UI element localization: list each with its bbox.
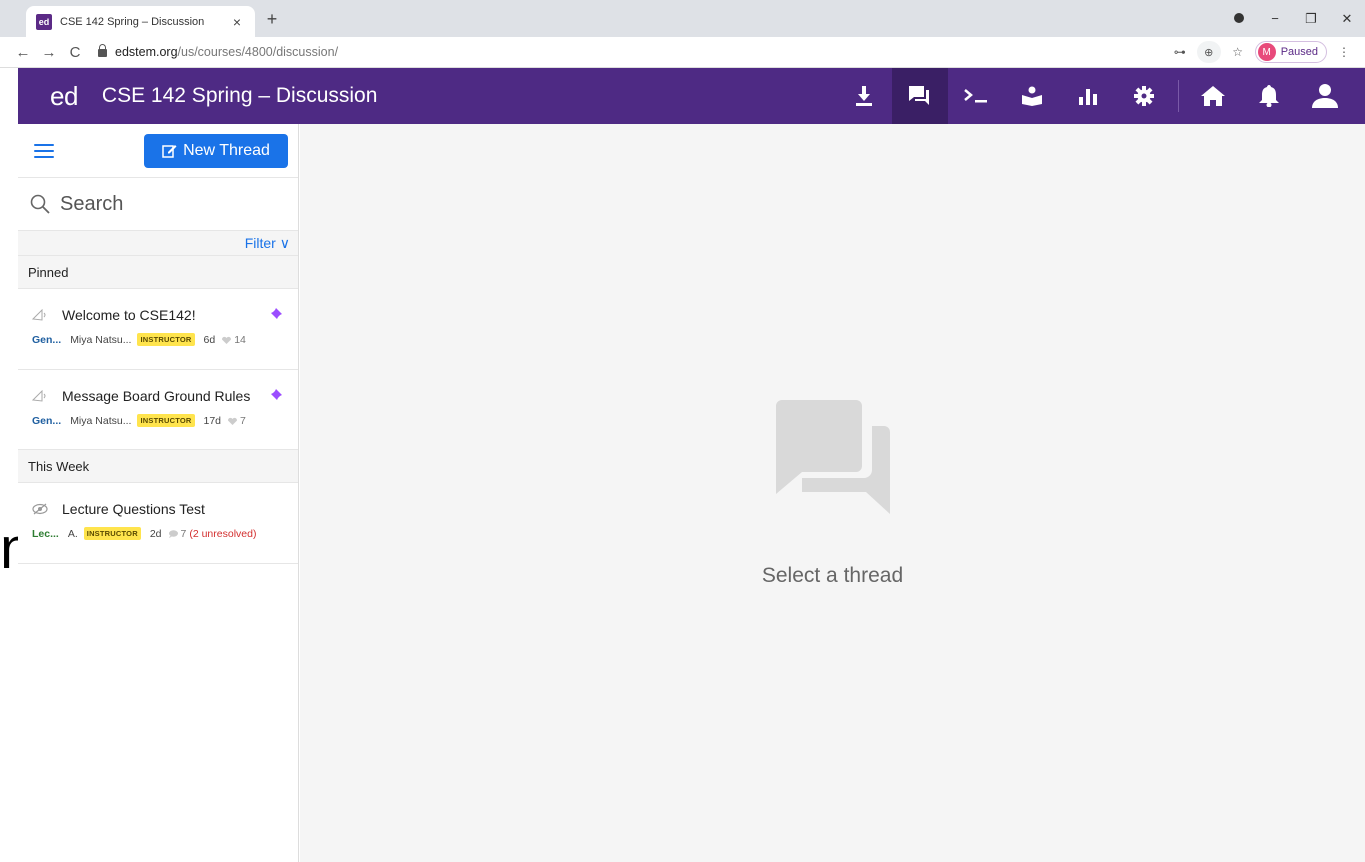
thread-category: Gen...	[32, 414, 62, 427]
analytics-icon[interactable]	[1060, 68, 1116, 124]
edit-icon	[162, 145, 177, 158]
section-header-pinned: Pinned	[18, 256, 298, 289]
favicon-icon: ed	[36, 13, 52, 30]
lessons-icon[interactable]	[1004, 68, 1060, 124]
url-path: /us/courses/4800/discussion/	[177, 45, 339, 59]
thread-item[interactable]: Welcome to CSE142! Gen... Miya Natsu... …	[18, 289, 298, 370]
instructor-badge: INSTRUCTOR	[137, 414, 195, 427]
key-icon[interactable]: ⊶	[1169, 45, 1191, 59]
profile-button[interactable]: M Paused	[1254, 41, 1327, 63]
more-menu-icon[interactable]: ⋮	[1333, 45, 1355, 59]
filter-row: Filter ∨	[18, 231, 298, 256]
page-title: CSE 142 Spring – Discussion	[101, 84, 378, 107]
reload-icon[interactable]: C	[62, 44, 88, 61]
pin-icon	[270, 388, 282, 406]
instructor-badge: INSTRUCTOR	[137, 333, 195, 346]
thread-time: 2d	[149, 527, 162, 540]
new-thread-label: New Thread	[183, 141, 270, 159]
thread-author: Miya Natsu...	[70, 414, 132, 427]
minimize-icon[interactable]: −	[1257, 11, 1293, 26]
section-header-this-week: This Week	[18, 450, 298, 483]
search-icon	[30, 194, 50, 214]
thread-category: Lec...	[32, 527, 59, 540]
back-icon[interactable]: ←	[10, 44, 36, 61]
browser-toolbar: ← → C edstem.org/us/courses/4800/discuss…	[0, 37, 1365, 68]
instructor-badge: INSTRUCTOR	[83, 527, 141, 540]
search-bar	[18, 178, 298, 231]
thread-view-empty: Select a thread	[300, 124, 1365, 862]
thread-title: Message Board Ground Rules	[62, 388, 251, 404]
thread-sidebar: New Thread Filter ∨ Pinned Welcome to CS…	[18, 124, 299, 862]
extension-icon[interactable]	[1221, 11, 1257, 26]
profile-avatar: M	[1257, 43, 1276, 61]
zoom-icon[interactable]: ⊕	[1196, 41, 1221, 63]
thread-author: Miya Natsu...	[70, 333, 132, 346]
like-count: 14	[234, 333, 246, 346]
thread-category: Gen...	[32, 333, 62, 346]
download-icon[interactable]	[836, 68, 892, 124]
pin-icon	[270, 307, 282, 325]
comment-count: 7	[180, 527, 187, 540]
chevron-down-icon: ∨	[279, 234, 290, 251]
heart-icon	[228, 417, 238, 425]
address-bar[interactable]: edstem.org/us/courses/4800/discussion/	[98, 44, 1169, 59]
header-nav	[836, 68, 1353, 124]
browser-tab-strip: ed CSE 142 Spring – Discussion × + − ❐ ✕	[0, 0, 1365, 37]
window-controls: − ❐ ✕	[1221, 0, 1365, 37]
thread-item[interactable]: Lecture Questions Test Lec... A. INSTRUC…	[18, 483, 298, 564]
user-profile-icon[interactable]	[1297, 68, 1353, 124]
home-icon[interactable]	[1185, 68, 1241, 124]
filter-dropdown[interactable]: Filter ∨	[245, 235, 290, 252]
star-icon[interactable]: ☆	[1227, 45, 1249, 59]
discussion-icon[interactable]	[892, 68, 948, 124]
ed-logo[interactable]: ed	[50, 81, 78, 112]
thread-time: 6d	[203, 333, 216, 346]
new-thread-button[interactable]: New Thread	[144, 133, 288, 168]
forward-icon[interactable]: →	[36, 44, 62, 61]
megaphone-icon	[32, 309, 50, 321]
sidebar-top-bar: New Thread	[18, 124, 298, 178]
app-header: ed CSE 142 Spring – Discussion	[18, 68, 1365, 124]
search-input[interactable]	[60, 192, 280, 216]
settings-gear-icon[interactable]	[1116, 68, 1172, 124]
like-count: 7	[240, 414, 246, 427]
tab-close-icon[interactable]: ×	[229, 14, 245, 30]
profile-status: Paused	[1280, 46, 1318, 58]
browser-tab[interactable]: ed CSE 142 Spring – Discussion ×	[26, 6, 255, 37]
new-tab-button[interactable]: +	[262, 9, 282, 30]
lock-icon	[98, 44, 107, 57]
url-host: edstem.org	[115, 45, 178, 59]
megaphone-icon	[32, 390, 50, 402]
header-divider	[1178, 80, 1179, 112]
heart-icon	[222, 336, 232, 344]
thread-author: A.	[67, 527, 78, 540]
thread-title: Lecture Questions Test	[62, 501, 205, 517]
eye-slash-icon	[32, 503, 50, 515]
restore-icon[interactable]: ❐	[1293, 11, 1329, 27]
tab-title: CSE 142 Spring – Discussion	[60, 15, 205, 28]
left-edge-strip: n	[0, 68, 32, 862]
hamburger-menu-icon[interactable]	[34, 143, 54, 158]
empty-state-text: Select a thread	[761, 564, 904, 587]
unresolved-count: (2 unresolved)	[189, 527, 257, 540]
thread-item[interactable]: Message Board Ground Rules Gen... Miya N…	[18, 370, 298, 450]
terminal-icon[interactable]	[948, 68, 1004, 124]
close-window-icon[interactable]: ✕	[1329, 11, 1365, 27]
thread-title: Welcome to CSE142!	[62, 307, 196, 323]
discussion-placeholder-icon	[776, 400, 890, 514]
notifications-bell-icon[interactable]	[1241, 68, 1297, 124]
thread-time: 17d	[203, 414, 222, 427]
comment-icon	[168, 529, 178, 538]
